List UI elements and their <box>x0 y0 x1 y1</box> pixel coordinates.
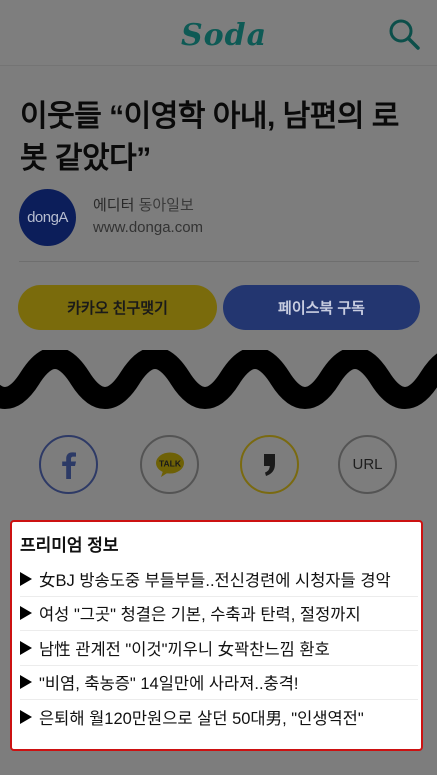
bullet-triangle-icon <box>20 606 32 621</box>
bullet-triangle-icon <box>20 710 32 725</box>
share-url-button[interactable]: URL <box>338 435 397 494</box>
kakaotalk-icon: TALK <box>155 452 184 477</box>
publisher-url[interactable]: www.donga.com <box>93 219 203 236</box>
search-button[interactable] <box>386 16 422 52</box>
top-header: Soda <box>0 0 437 66</box>
premium-item-text[interactable]: 남性 관계전 "이것"끼우니 女꽉찬느낌 환호 <box>39 636 418 660</box>
avatar-text: dongA <box>27 209 68 226</box>
premium-item-text[interactable]: 女BJ 방송도중 부들부들..전신경련에 시청자들 경악 <box>39 567 418 591</box>
premium-item-text[interactable]: "비염, 축농증" 14일만에 사라져..충격! <box>39 670 418 694</box>
bullet-triangle-icon <box>20 571 32 586</box>
editor-label: 에디터 <box>93 197 135 214</box>
bullet-triangle-icon <box>20 675 32 690</box>
publisher-name[interactable]: 동아일보 <box>139 197 194 214</box>
wave-decoration <box>0 350 437 409</box>
share-facebook-button[interactable] <box>39 435 98 494</box>
kakao-talk-text: TALK <box>158 458 181 468</box>
premium-list-item[interactable]: 남性 관계전 "이것"끼우니 女꽉찬느낌 환호 <box>20 631 418 666</box>
premium-info-box: 프리미엄 정보 女BJ 방송도중 부들부들..전신경련에 시청자들 경악 여성 … <box>10 520 423 751</box>
search-icon <box>389 19 420 50</box>
premium-list-item[interactable]: 女BJ 방송도중 부들부들..전신경련에 시청자들 경악 <box>20 562 418 597</box>
editor-info: 에디터 동아일보 <box>93 194 194 215</box>
divider <box>19 261 419 262</box>
share-kakaotalk-button[interactable]: TALK <box>140 435 199 494</box>
soda-logo[interactable]: Soda <box>181 18 267 53</box>
share-kakaostory-button[interactable] <box>240 435 299 494</box>
premium-list-item[interactable]: 여성 "그곳" 청결은 기본, 수축과 탄력, 절정까지 <box>20 597 418 631</box>
facebook-subscribe-button[interactable]: 페이스북 구독 <box>223 285 420 330</box>
premium-list-item[interactable]: "비염, 축농증" 14일만에 사라져..충격! <box>20 666 418 700</box>
premium-list-item[interactable]: 은퇴해 월120만원으로 살던 50대男, "인생역전" <box>20 700 418 735</box>
bullet-triangle-icon <box>20 640 32 655</box>
premium-list: 女BJ 방송도중 부들부들..전신경련에 시청자들 경악 여성 "그곳" 청결은… <box>20 562 418 735</box>
premium-item-text[interactable]: 여성 "그곳" 청결은 기본, 수축과 탄력, 절정까지 <box>39 601 418 625</box>
kakao-friend-button[interactable]: 카카오 친구맺기 <box>18 285 217 330</box>
url-label: URL <box>352 456 383 473</box>
kakaostory-icon <box>263 453 275 476</box>
article-title: 이웃들 “이영학 아내, 남편의 로봇 같았다” <box>20 100 399 175</box>
premium-title: 프리미엄 정보 <box>20 536 119 555</box>
facebook-icon <box>61 451 76 479</box>
premium-item-text[interactable]: 은퇴해 월120만원으로 살던 50대男, "인생역전" <box>39 705 418 729</box>
publisher-avatar[interactable]: dongA <box>19 189 76 246</box>
